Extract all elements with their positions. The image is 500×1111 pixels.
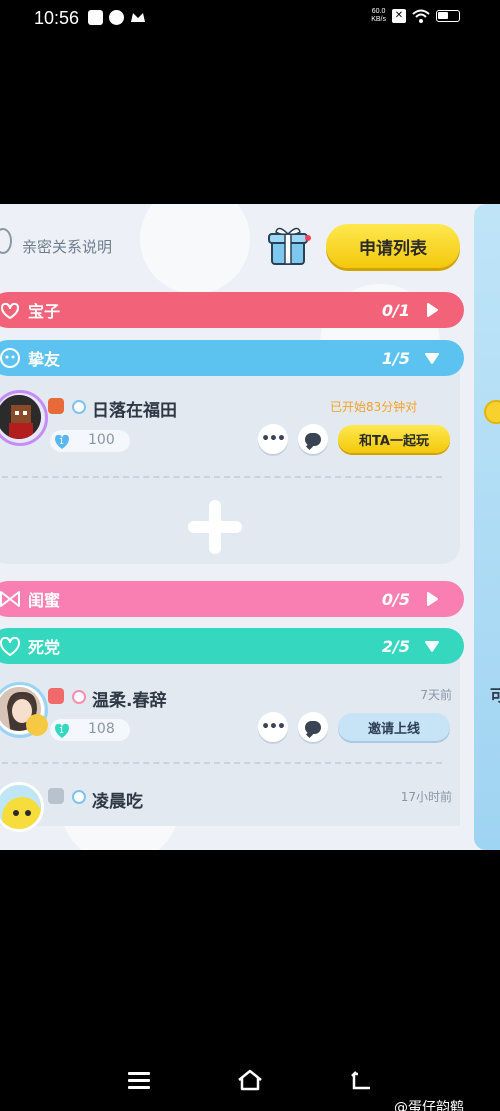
more-icon: ••• <box>261 719 286 735</box>
category-count: 1/5 <box>381 348 410 368</box>
app-notification-icon <box>88 10 103 25</box>
crown-icon <box>131 13 145 22</box>
rank-badge-icon <box>48 688 64 704</box>
chat-button[interactable] <box>298 712 328 742</box>
home-icon[interactable] <box>236 1068 264 1092</box>
intimacy-info-link[interactable]: 亲密关系说明 <box>22 236 112 257</box>
side-panel-char: 可 <box>490 686 500 705</box>
no-sim-icon: ✕ <box>392 9 406 23</box>
category-label: 宝子 <box>28 302 61 321</box>
collapse-arrow-icon <box>425 641 439 652</box>
gift-icon[interactable] <box>266 222 312 268</box>
play-together-button[interactable]: 和TA一起玩 <box>338 425 450 453</box>
level-heart-icon: 1 <box>55 434 69 449</box>
category-label: 闺蜜 <box>28 591 61 610</box>
more-button[interactable]: ••• <box>258 712 288 742</box>
system-nav-bar: @蛋仔韵鹤 <box>0 1050 500 1111</box>
category-bar-baozi[interactable]: 宝子 0/1 <box>0 292 464 328</box>
category-bar-zhiyou[interactable]: 挚友 1/5 <box>0 340 464 376</box>
play-arrow-icon <box>427 303 438 317</box>
category-count: 2/5 <box>381 636 410 656</box>
gender-icon <box>72 790 86 804</box>
play-arrow-icon <box>427 592 438 606</box>
rank-badge-icon <box>48 788 64 804</box>
friend-face-icon <box>0 348 20 368</box>
gender-icon <box>72 400 86 414</box>
menu-icon[interactable] <box>128 1072 150 1090</box>
chat-icon <box>305 432 321 446</box>
row-divider <box>2 762 442 764</box>
chat-icon <box>305 720 321 734</box>
wifi-icon <box>412 9 430 23</box>
intimacy-panel: 可 亲密关系说明 申请列表 宝子 0/1 挚友 1/5 日落在福田 已开始83分… <box>0 204 500 850</box>
level-heart-icon: 1 <box>55 723 69 738</box>
bot-notification-icon <box>109 10 124 25</box>
phone-screen: 10:56 60.0 KB/s ✕ 可 亲密关系说明 申请列表 宝子 0/1 挚… <box>0 0 500 1111</box>
friend-name: 温柔.春辞 <box>92 691 167 711</box>
rank-badge-icon <box>48 398 64 414</box>
level-number: 1 <box>59 726 64 735</box>
net-speed-unit: KB/s <box>371 16 386 23</box>
bow-icon <box>0 591 20 607</box>
category-count: 0/1 <box>381 300 410 320</box>
more-icon: ••• <box>261 431 286 447</box>
gender-icon <box>72 690 86 704</box>
system-icons: 60.0 KB/s ✕ <box>371 8 460 24</box>
intimacy-level: 1 108 <box>50 719 130 741</box>
category-section-zhiyou <box>0 358 460 564</box>
status-time: 10:56 <box>34 8 80 28</box>
status-bar: 10:56 60.0 KB/s ✕ <box>0 0 500 40</box>
friend-status: 17小时前 <box>400 790 452 804</box>
category-label: 挚友 <box>28 350 61 369</box>
intimacy-value: 108 <box>88 721 115 737</box>
apply-list-button[interactable]: 申请列表 <box>326 224 460 268</box>
friend-status: 7天前 <box>420 688 452 702</box>
pet-badge-icon <box>26 714 48 736</box>
chat-button[interactable] <box>298 424 328 454</box>
category-count: 0/5 <box>381 589 410 609</box>
side-panel[interactable] <box>474 204 500 850</box>
level-number: 1 <box>59 437 64 446</box>
info-icon[interactable] <box>0 228 12 254</box>
invite-online-button[interactable]: 邀请上线 <box>338 713 450 741</box>
friend-name: 凌晨吃 <box>92 792 143 812</box>
battery-icon <box>436 10 460 22</box>
bg-decoration <box>140 204 250 294</box>
add-friend-icon[interactable] <box>188 500 242 554</box>
notification-icons <box>88 10 146 25</box>
more-button[interactable]: ••• <box>258 424 288 454</box>
coin-icon <box>484 400 500 424</box>
friend-status: 已开始83分钟对 <box>330 400 418 414</box>
category-label: 死党 <box>28 638 61 657</box>
category-bar-guimi[interactable]: 闺蜜 0/5 <box>0 581 464 617</box>
net-speed: 60.0 KB/s <box>371 8 386 24</box>
back-icon[interactable] <box>350 1070 374 1092</box>
watermark: @蛋仔韵鹤 <box>394 1100 464 1111</box>
row-divider <box>2 476 442 478</box>
collapse-arrow-icon <box>425 353 439 364</box>
hearts-icon <box>0 302 20 320</box>
net-speed-value: 60.0 <box>371 8 386 15</box>
intimacy-level: 1 100 <box>50 430 130 452</box>
heart-icon <box>0 636 21 657</box>
friend-name: 日落在福田 <box>92 401 177 421</box>
intimacy-value: 100 <box>88 432 115 448</box>
category-bar-sidang[interactable]: 死党 2/5 <box>0 628 464 664</box>
